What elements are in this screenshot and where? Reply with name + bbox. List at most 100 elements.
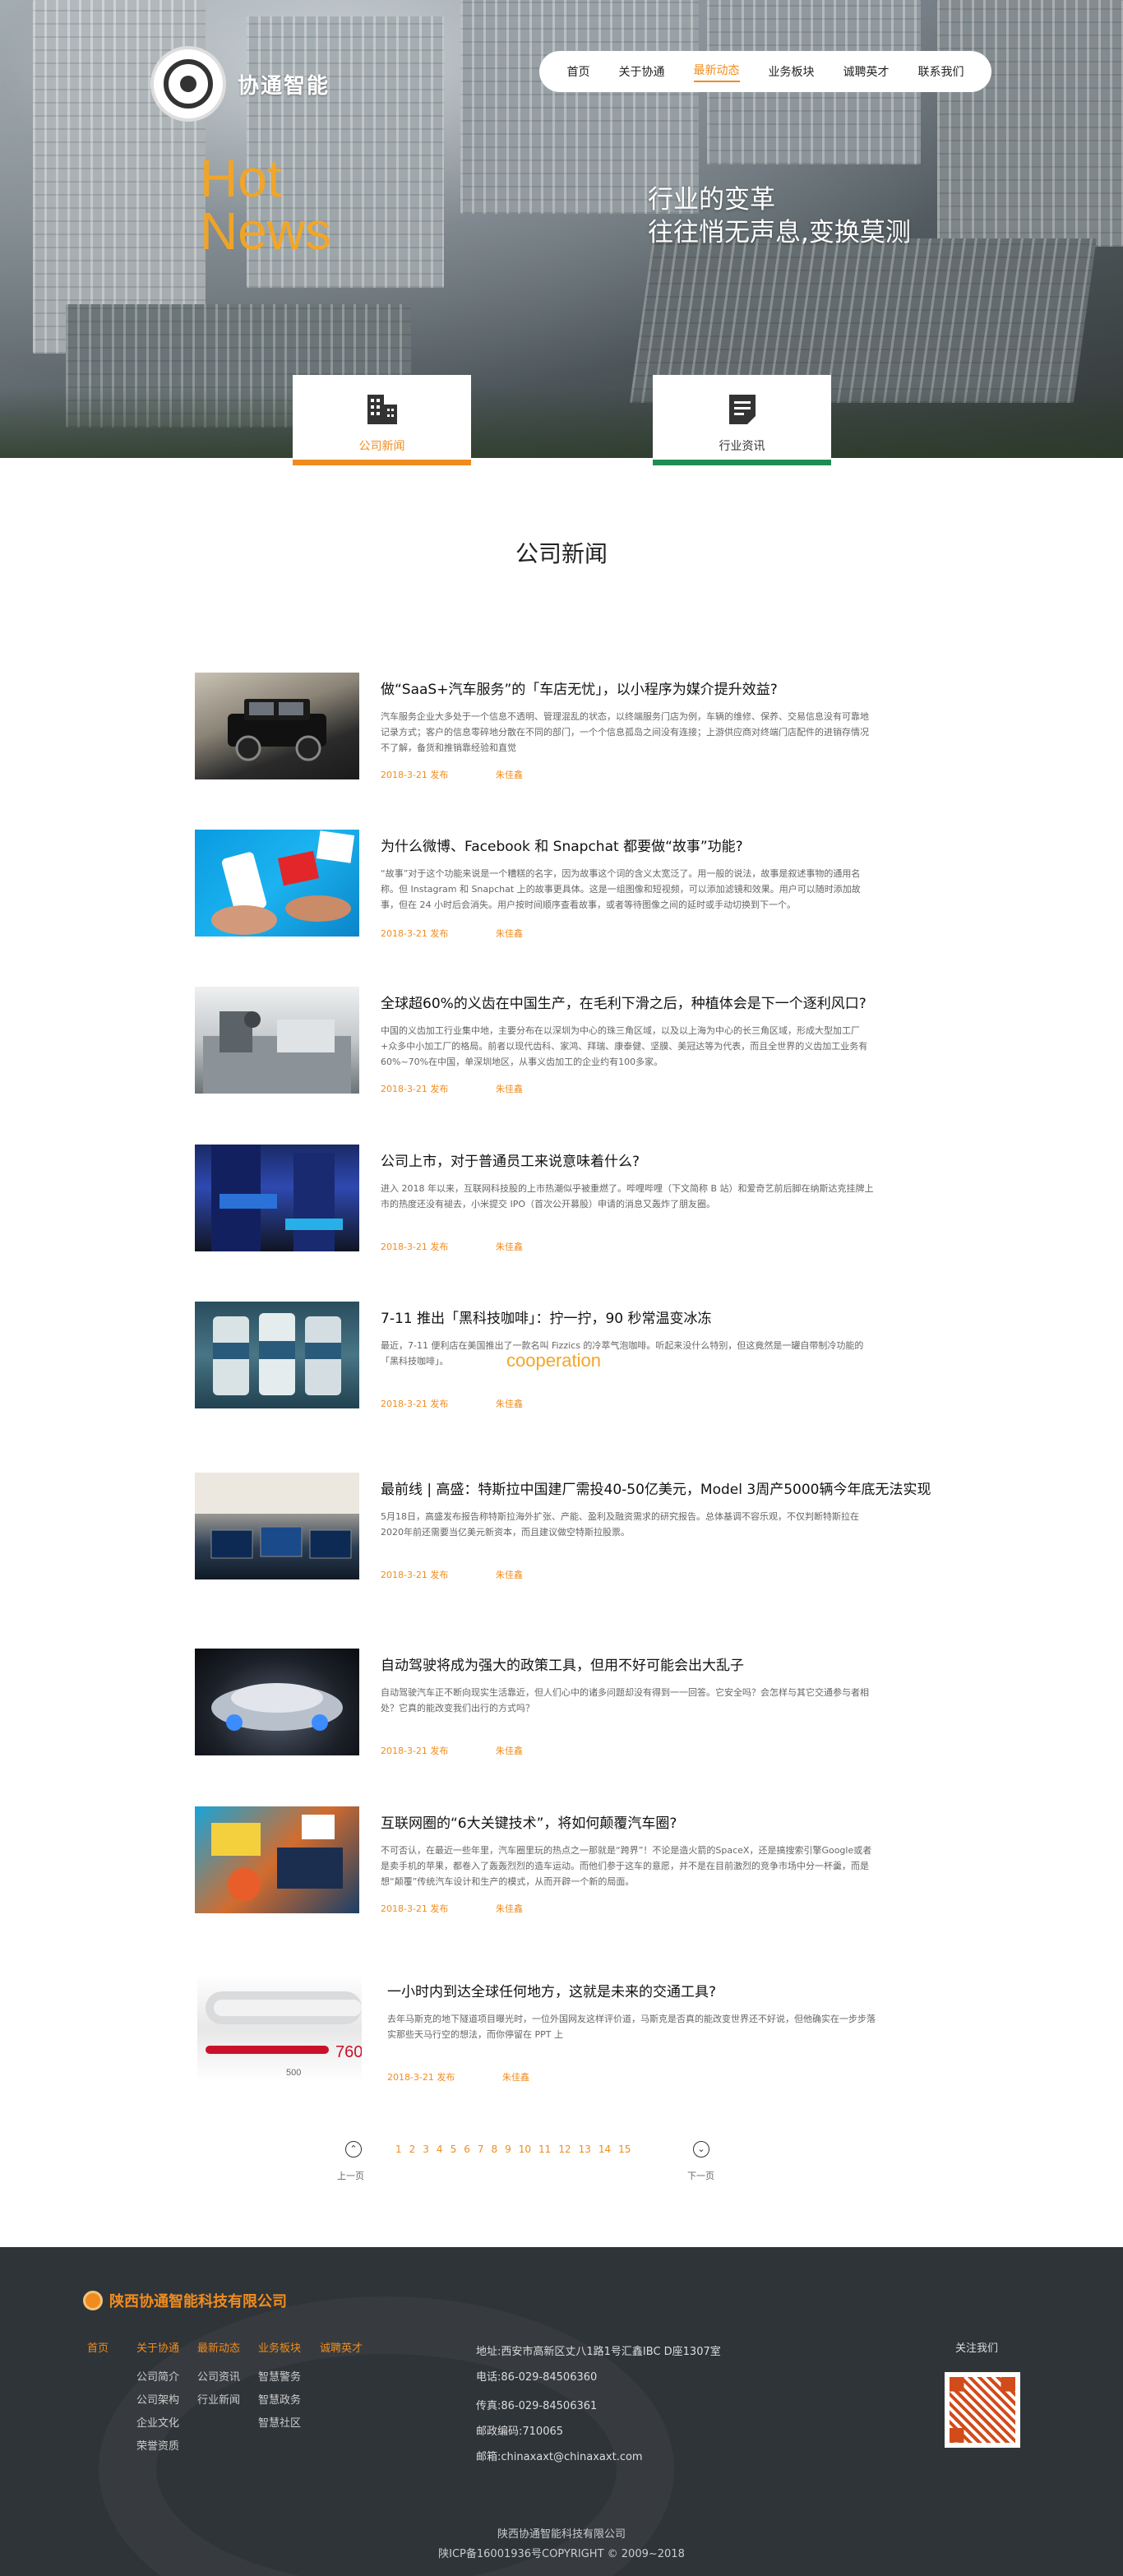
footer-link[interactable]: 智慧警务 — [258, 2366, 301, 2389]
copyright-icp: 陕ICP备16001936号COPYRIGHT © 2009~2018 — [438, 2548, 685, 2560]
site-logo[interactable]: 协通智能 — [150, 46, 330, 122]
news-title[interactable]: 自动驾驶将成为强大的政策工具，但用不好可能会出大乱子 — [381, 1653, 744, 1674]
copyright-company: 陕西协通智能科技有限公司 — [497, 2528, 626, 2541]
news-thumbnail[interactable] — [195, 1649, 359, 1755]
footer-company-name: 陕西协通智能科技有限公司 — [109, 2293, 287, 2310]
news-item[interactable]: 最前线 | 高盛：特斯拉中国建厂需投40-50亿美元，Model 3周产5000… — [195, 1473, 968, 1583]
svg-text:500: 500 — [286, 2068, 301, 2078]
qr-code-icon — [945, 2372, 1020, 2448]
page-link[interactable]: 14 — [598, 2144, 611, 2155]
news-item[interactable]: 自动驾驶将成为强大的政策工具，但用不好可能会出大乱子 自动驾驶汽车正不断向现实生… — [195, 1649, 968, 1759]
footer-brand[interactable]: 陕西协通智能科技有限公司 — [83, 2290, 287, 2311]
footer-link[interactable]: 行业新闻 — [197, 2389, 240, 2412]
page-link[interactable]: 7 — [478, 2144, 484, 2155]
footer-address: 地址:西安市高新区丈八1路1号汇鑫IBC D座1307室 — [476, 2346, 721, 2358]
page-link[interactable]: 4 — [437, 2144, 443, 2155]
news-title[interactable]: 为什么微博、Facebook 和 Snapchat 都要做“故事”功能? — [381, 835, 743, 855]
site-footer: 陕西协通智能科技有限公司 首页 关于协通 公司简介 公司架构 企业文化 荣誉资质… — [0, 2247, 1123, 2576]
news-title[interactable]: 公司上市，对于普通员工来说意味着什么? — [381, 1149, 640, 1170]
footer-col-careers: 诚聘英才 — [320, 2339, 363, 2366]
tab-industry-news[interactable]: 行业资讯 — [653, 375, 831, 465]
footer-link[interactable]: 公司资讯 — [197, 2366, 240, 2389]
footer-link-business[interactable]: 业务板块 — [258, 2339, 301, 2355]
news-date: 2018-3-21 发布 — [381, 770, 449, 780]
news-item[interactable]: 为什么微博、Facebook 和 Snapchat 都要做“故事”功能? “故事… — [195, 830, 968, 940]
news-thumbnail[interactable]: 760 500 — [197, 1975, 362, 2082]
news-thumbnail[interactable] — [195, 673, 359, 779]
nav-item-home[interactable]: 首页 — [567, 63, 590, 80]
footer-link[interactable]: 公司简介 — [136, 2366, 179, 2389]
hero-slogan: 行业的变革 往往悄无声息,变换莫测 — [648, 183, 911, 249]
news-author: 朱佳鑫 — [496, 1570, 523, 1580]
page-link[interactable]: 12 — [558, 2144, 571, 2155]
footer-phone: 电话:86-029-84506360 — [476, 2371, 598, 2384]
next-page-link[interactable]: 下一页 — [687, 2169, 714, 2182]
footer-link[interactable]: 智慧社区 — [258, 2412, 301, 2435]
page-link[interactable]: 11 — [538, 2144, 551, 2155]
chevron-up-icon[interactable]: ⌃ — [345, 2141, 362, 2157]
news-thumbnail[interactable] — [195, 1473, 359, 1579]
news-author: 朱佳鑫 — [496, 1242, 523, 1252]
building-icon — [367, 395, 397, 424]
hot-news-heading: Hot News — [200, 152, 331, 257]
footer-link-careers[interactable]: 诚聘英才 — [320, 2339, 363, 2355]
news-item[interactable]: 互联网圈的“6大关键技术”，将如何颠覆汽车圈? 不可否认，在最近一些年里，汽车圈… — [195, 1806, 968, 1917]
section-title: 公司新闻 — [515, 540, 608, 567]
footer-link[interactable]: 公司架构 — [136, 2389, 179, 2412]
news-thumbnail[interactable] — [195, 1145, 359, 1251]
news-thumbnail[interactable] — [195, 987, 359, 1094]
page-link[interactable]: 8 — [491, 2144, 497, 2155]
news-title[interactable]: 全球超60%的义齿在中国生产，在毛利下滑之后，种植体会是下一个逐利风口? — [381, 992, 867, 1012]
news-date: 2018-3-21 发布 — [381, 1242, 449, 1252]
news-author: 朱佳鑫 — [496, 1084, 523, 1094]
suv-image-icon — [228, 699, 326, 761]
footer-link[interactable]: 智慧政务 — [258, 2389, 301, 2412]
chevron-down-icon[interactable]: ⌄ — [693, 2141, 709, 2157]
news-title[interactable]: 一小时内到达全球任何地方，这就是未来的交通工具? — [387, 1980, 716, 2000]
news-item[interactable]: 760 500 一小时内到达全球任何地方，这就是未来的交通工具? 去年马斯克的地… — [195, 1975, 968, 2085]
page-link[interactable]: 10 — [519, 2144, 531, 2155]
footer-copyright: 陕西协通智能科技有限公司 陕ICP备16001936号COPYRIGHT © 2… — [0, 2525, 1123, 2564]
nav-item-news[interactable]: 最新动态 — [693, 62, 740, 82]
page-numbers: 1 2 3 4 5 6 7 8 9 10 11 12 13 14 15 — [395, 2144, 631, 2155]
footer-link-home[interactable]: 首页 — [87, 2339, 109, 2355]
news-item[interactable]: 全球超60%的义齿在中国生产，在毛利下滑之后，种植体会是下一个逐利风口? 中国的… — [195, 987, 968, 1097]
concept-car-image-icon — [211, 1683, 343, 1731]
news-description: 5月18日，高盛发布报告称特斯拉海外扩张、产能、盈利及融资需求的研究报告。总体基… — [381, 1511, 859, 1538]
news-title[interactable]: 最前线 | 高盛：特斯拉中国建厂需投40-50亿美元，Model 3周产5000… — [381, 1478, 931, 1498]
news-thumbnail[interactable] — [195, 1806, 359, 1913]
nav-item-contact[interactable]: 联系我们 — [918, 63, 964, 80]
tab-label: 行业资讯 — [719, 440, 765, 453]
news-item[interactable]: 公司上市，对于普通员工来说意味着什么? 进入 2018 年以来，互联网科技股的上… — [195, 1145, 968, 1255]
page-link[interactable]: 3 — [423, 2144, 429, 2155]
page-link[interactable]: 6 — [464, 2144, 470, 2155]
nav-item-business[interactable]: 业务板块 — [769, 63, 815, 80]
page-link[interactable]: 2 — [409, 2144, 416, 2155]
tab-company-news[interactable]: 公司新闻 — [293, 375, 471, 465]
footer-link-news[interactable]: 最新动态 — [197, 2339, 240, 2355]
news-date: 2018-3-21 发布 — [381, 1746, 449, 1756]
page-link[interactable]: 5 — [451, 2144, 457, 2155]
prev-page-link[interactable]: 上一页 — [337, 2169, 364, 2182]
news-description: “故事”对于这个功能来说是一个糟糕的名字，因为故事这个词的含义太宽泛了。用一般的… — [381, 868, 861, 910]
page-link[interactable]: 9 — [505, 2144, 511, 2155]
news-thumbnail[interactable] — [195, 1302, 359, 1408]
news-thumbnail[interactable] — [195, 830, 359, 937]
nav-item-about[interactable]: 关于协通 — [619, 63, 665, 80]
page-link[interactable]: 1 — [395, 2144, 402, 2155]
footer-link[interactable]: 企业文化 — [136, 2412, 179, 2435]
news-date: 2018-3-21 发布 — [381, 1399, 449, 1409]
news-description: 汽车服务企业大多处于一个信息不透明、管理混乱的状态，以终端服务门店为例，车辆的维… — [381, 711, 869, 753]
news-title[interactable]: 做“SaaS+汽车服务”的「车店无忧」，以小程序为媒介提升效益? — [381, 678, 778, 698]
news-title[interactable]: 互联网圈的“6大关键技术”，将如何颠覆汽车圈? — [381, 1811, 677, 1832]
footer-link[interactable]: 荣誉资质 — [136, 2435, 179, 2458]
page-link[interactable]: 13 — [579, 2144, 591, 2155]
news-title[interactable]: 7-11 推出「黑科技咖啡」：拧一拧，90 秒常温变冰冻 — [381, 1306, 712, 1327]
news-date: 2018-3-21 发布 — [381, 928, 449, 939]
page-link[interactable]: 15 — [618, 2144, 631, 2155]
news-item[interactable]: 做“SaaS+汽车服务”的「车店无忧」，以小程序为媒介提升效益? 汽车服务企业大… — [195, 673, 968, 783]
footer-email[interactable]: 邮箱:chinaxaxt@chinaxaxt.com — [476, 2444, 721, 2470]
footer-link-about[interactable]: 关于协通 — [136, 2339, 179, 2355]
pagination: ⌃ 上一页 1 2 3 4 5 6 7 8 9 10 11 12 13 14 1… — [0, 2141, 1123, 2190]
nav-item-careers[interactable]: 诚聘英才 — [843, 63, 890, 80]
